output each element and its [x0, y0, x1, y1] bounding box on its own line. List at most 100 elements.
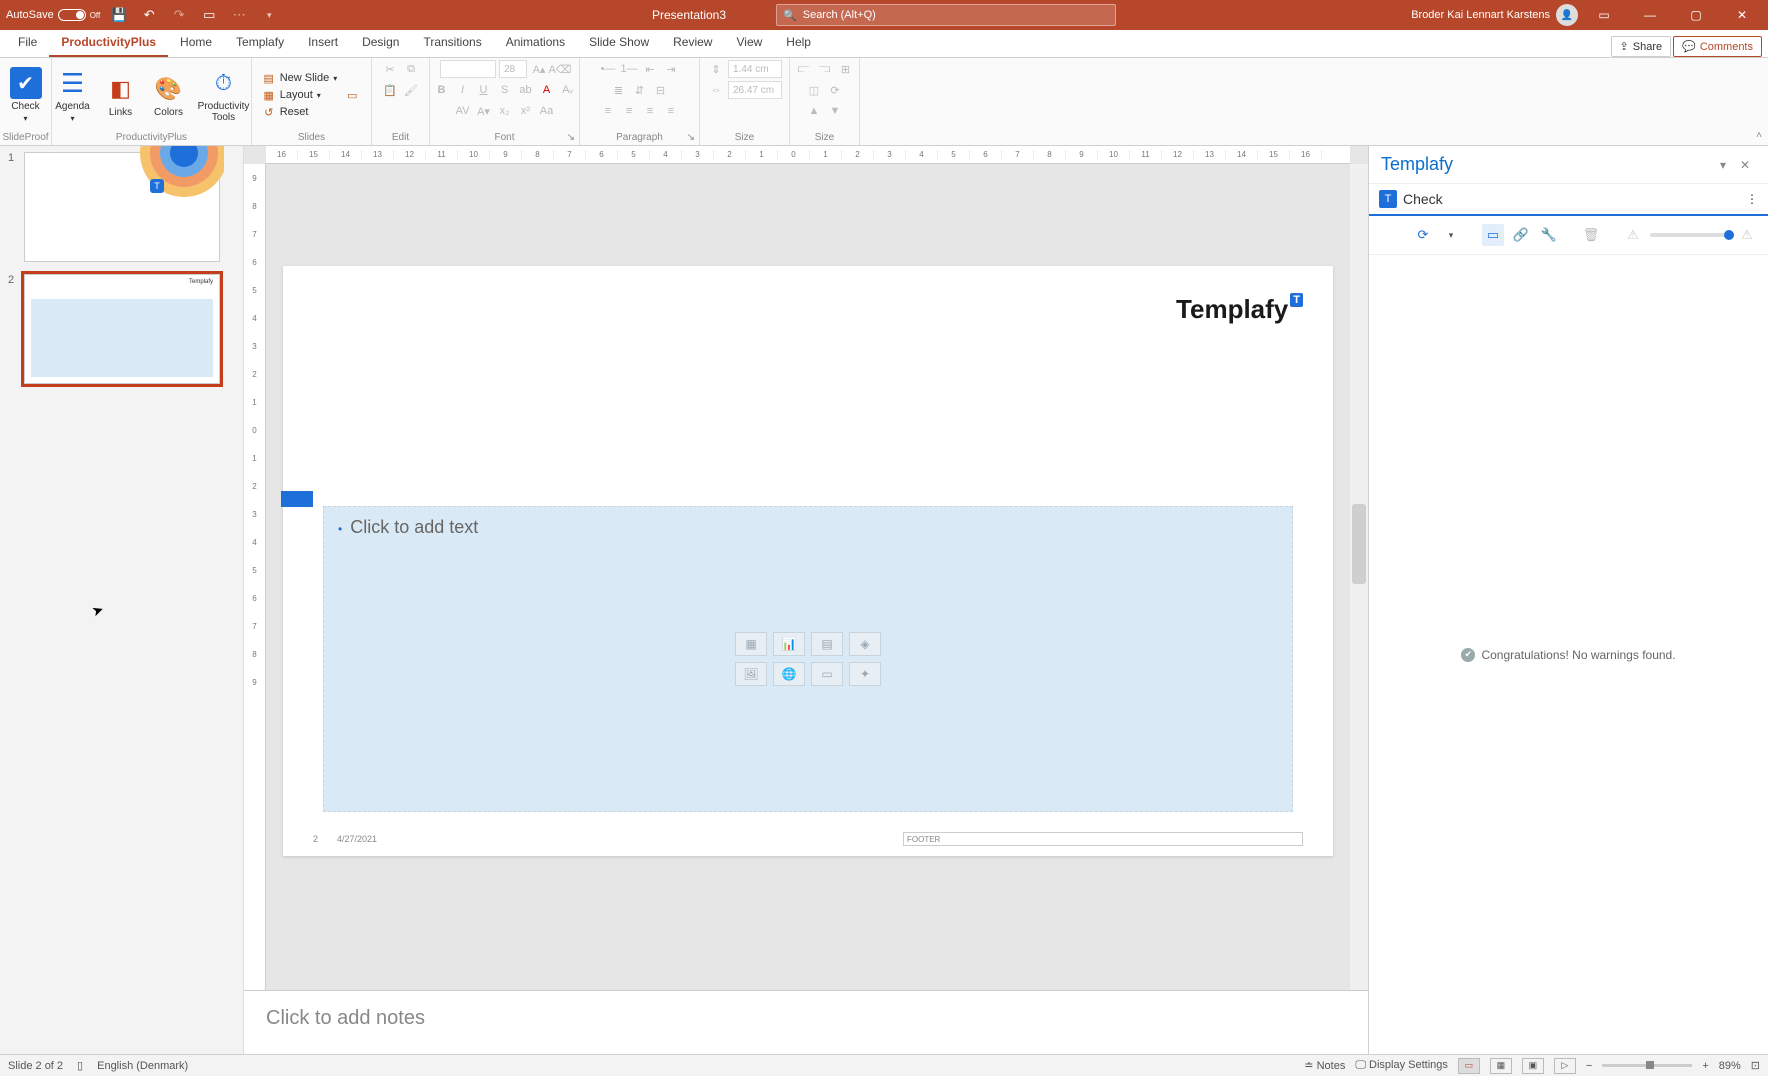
severity-slider[interactable] — [1650, 233, 1730, 237]
qat-more-icon[interactable]: ⋯ — [228, 4, 250, 26]
present-from-start-icon[interactable]: ▭ — [198, 4, 220, 26]
filter-wrench-icon[interactable]: 🔧 — [1538, 224, 1560, 246]
align-right-button[interactable]: ≡ — [641, 102, 659, 120]
tab-file[interactable]: File — [6, 29, 49, 57]
agenda-button[interactable]: ☰Agenda▾ — [52, 67, 94, 123]
tab-design[interactable]: Design — [350, 29, 411, 57]
tab-slide-show[interactable]: Slide Show — [577, 29, 661, 57]
colors-button[interactable]: 🎨Colors — [148, 73, 190, 118]
tab-animations[interactable]: Animations — [494, 29, 577, 57]
font-dialog-icon[interactable]: ↘ — [567, 132, 575, 143]
tab-home[interactable]: Home — [168, 29, 224, 57]
align-center-button[interactable]: ≡ — [620, 102, 638, 120]
decrease-font-icon[interactable]: A▾ — [475, 102, 493, 120]
slide-canvas[interactable]: TemplafyT •Click to add text ▦ 📊 ▤ ◈ 🖼 🌐… — [283, 266, 1333, 856]
underline-button[interactable]: U — [475, 81, 493, 99]
ribbon-display-icon[interactable]: ▭ — [1584, 0, 1624, 30]
insert-online-pic-icon[interactable]: 🌐 — [773, 662, 805, 686]
bold-button[interactable]: B — [433, 81, 451, 99]
subscript-button[interactable]: x₂ — [496, 102, 514, 120]
insert-3d-icon[interactable]: ◈ — [849, 632, 881, 656]
height-input[interactable]: 1.44 cm — [728, 60, 782, 78]
change-case-button[interactable]: Aa — [538, 102, 556, 120]
save-icon[interactable]: 💾 — [108, 4, 130, 26]
warning-icon[interactable]: ⚠ — [1622, 224, 1644, 246]
tab-view[interactable]: View — [724, 29, 774, 57]
language-status[interactable]: English (Denmark) — [97, 1060, 188, 1072]
reset-button[interactable]: ↺Reset — [262, 105, 338, 119]
collapse-ribbon-icon[interactable]: ˄ — [1756, 130, 1762, 141]
indent-dec-button[interactable]: ⇤ — [641, 60, 659, 78]
sorter-view-icon[interactable]: ▦ — [1490, 1058, 1512, 1074]
display-settings-button[interactable]: 🖵 Display Settings — [1355, 1059, 1448, 1072]
qat-dropdown-icon[interactable]: ▾ — [258, 4, 280, 26]
tab-productivityplus[interactable]: ProductivityPlus — [49, 29, 168, 57]
copy-icon[interactable]: ⧉ — [402, 60, 420, 78]
align-objects-button[interactable]: ⫍ — [795, 60, 813, 78]
share-button[interactable]: ⇪Share — [1611, 36, 1672, 57]
highlight-button[interactable]: Aᵥ — [559, 81, 577, 99]
width-input[interactable]: 26.47 cm — [728, 81, 782, 99]
text-direction-button[interactable]: ⇵ — [631, 81, 649, 99]
maximize-icon[interactable]: ▢ — [1676, 0, 1716, 30]
format-painter-icon[interactable]: 🖌 — [402, 81, 420, 99]
vertical-ruler[interactable]: 9876543210123456789 — [244, 164, 266, 1054]
send-back-button[interactable]: ▼ — [826, 102, 844, 120]
zoom-slider[interactable] — [1602, 1064, 1692, 1067]
insert-video-icon[interactable]: ▭ — [811, 662, 843, 686]
horizontal-ruler[interactable]: 1615141312111098765432101234567891011121… — [266, 146, 1350, 164]
links-button[interactable]: ◧Links — [100, 73, 142, 118]
insert-smartart-icon[interactable]: ▤ — [811, 632, 843, 656]
paragraph-dialog-icon[interactable]: ↘ — [687, 132, 695, 143]
delete-icon[interactable]: 🗑 — [1580, 224, 1602, 246]
minimize-icon[interactable]: ― — [1630, 0, 1670, 30]
increase-font-icon[interactable]: A▴ — [530, 60, 548, 78]
indent-inc-button[interactable]: ⇥ — [662, 60, 680, 78]
zoom-level[interactable]: 89% — [1719, 1060, 1741, 1072]
paste-icon[interactable]: 📋 — [381, 81, 399, 99]
undo-icon[interactable]: ↶ — [138, 4, 160, 26]
slideshow-view-icon[interactable]: ▷ — [1554, 1058, 1576, 1074]
tab-review[interactable]: Review — [661, 29, 724, 57]
line-spacing-button[interactable]: ≣ — [610, 81, 628, 99]
font-color-button[interactable]: A — [538, 81, 556, 99]
slide-footer-field[interactable]: FOOTER — [903, 832, 1303, 846]
accessibility-icon[interactable]: ▯ — [77, 1059, 83, 1072]
check-button[interactable]: ✔ Check ▾ — [5, 67, 47, 123]
search-input[interactable]: 🔍 Search (Alt+Q) — [776, 4, 1116, 26]
superscript-button[interactable]: x² — [517, 102, 535, 120]
avatar[interactable]: 👤 — [1556, 4, 1578, 26]
bullets-button[interactable]: •― — [599, 60, 617, 78]
insert-chart-icon[interactable]: 📊 — [773, 632, 805, 656]
rotate-button[interactable]: ⟳ — [826, 81, 844, 99]
productivity-tools-button[interactable]: ⏱Productivity Tools — [196, 67, 252, 123]
fit-to-window-icon[interactable]: ⊡ — [1751, 1059, 1760, 1072]
thumbnail-pane[interactable]: 1 T 2 Templafy — [0, 146, 244, 1054]
slide-counter[interactable]: Slide 2 of 2 — [8, 1060, 63, 1072]
refresh-dropdown-icon[interactable]: ▾ — [1440, 224, 1462, 246]
insert-picture-icon[interactable]: 🖼 — [735, 662, 767, 686]
filter-link-icon[interactable]: 🔗 — [1510, 224, 1532, 246]
tab-templafy[interactable]: Templafy — [224, 29, 296, 57]
clear-format-icon[interactable]: A⌫ — [551, 60, 569, 78]
new-slide-button[interactable]: ▤New Slide ▾ — [262, 71, 338, 85]
insert-table-icon[interactable]: ▦ — [735, 632, 767, 656]
vertical-scrollbar[interactable] — [1350, 164, 1368, 1054]
content-placeholder[interactable]: •Click to add text ▦ 📊 ▤ ◈ 🖼 🌐 ▭ ✦ — [323, 506, 1293, 812]
font-family-combo[interactable] — [440, 60, 496, 78]
thumbnail-slide-2[interactable]: 2 Templafy — [8, 274, 235, 384]
tab-transitions[interactable]: Transitions — [411, 29, 493, 57]
section-button[interactable]: ▭ — [343, 86, 361, 104]
notes-toggle[interactable]: ≐ Notes — [1304, 1059, 1345, 1072]
normal-view-icon[interactable]: ▭ — [1458, 1058, 1480, 1074]
shadow-button[interactable]: ab — [517, 81, 535, 99]
pane-options-icon[interactable]: ⋮ — [1746, 192, 1758, 206]
pane-close-icon[interactable]: ✕ — [1734, 158, 1756, 172]
bring-front-button[interactable]: ▲ — [805, 102, 823, 120]
autosave-toggle[interactable]: AutoSave Off — [6, 9, 100, 21]
cut-icon[interactable]: ✂ — [381, 60, 399, 78]
zoom-out-icon[interactable]: − — [1586, 1060, 1592, 1072]
align-left-button[interactable]: ≡ — [599, 102, 617, 120]
group-button[interactable]: ⊞ — [837, 60, 855, 78]
notes-pane[interactable]: Click to add notes — [244, 990, 1368, 1054]
